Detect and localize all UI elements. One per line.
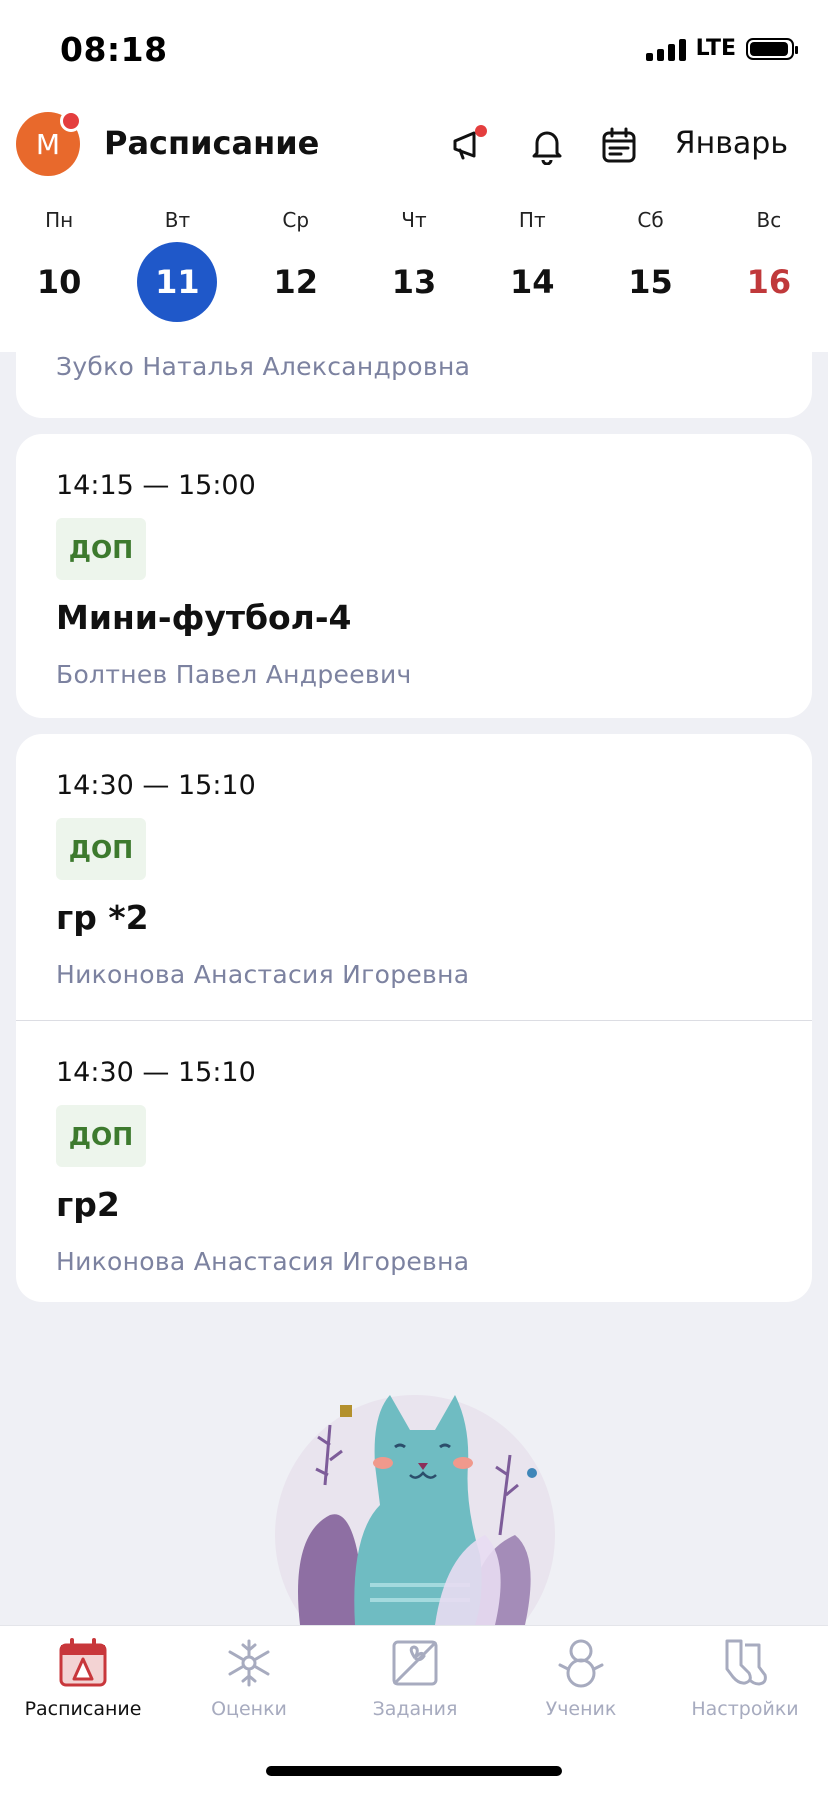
lesson-time: 14:30 — 15:10 xyxy=(56,770,256,801)
day-number: 15 xyxy=(628,263,673,301)
lesson-card-group: 14:30 — 15:10 ДОП гр *2 Никонова Анастас… xyxy=(16,734,812,1302)
teacher-name: Никонова Анастасия Игоревна xyxy=(56,1247,470,1276)
teacher-name: Зубко Наталья Александровна xyxy=(56,352,471,381)
day-number-selected: 11 xyxy=(137,242,218,322)
lesson-item[interactable]: 14:15 — 15:00 ДОП Мини-футбол-4 Болтнев … xyxy=(16,434,812,720)
tab-label: Задания xyxy=(372,1698,458,1720)
tab-settings[interactable]: Настройки xyxy=(662,1634,828,1720)
schedule-header: М Расписание Январь Пн 10 Вт 11 Ср 12 Чт… xyxy=(0,100,828,352)
teacher-name: Болтнев Павел Андреевич xyxy=(56,660,412,689)
day-name: Чт xyxy=(401,208,427,232)
lesson-time: 14:15 — 15:00 xyxy=(56,470,256,501)
day-name: Ср xyxy=(282,208,310,232)
tab-assignments[interactable]: Задания xyxy=(332,1634,498,1720)
lesson-badge: ДОП xyxy=(56,518,146,580)
day-name: Вс xyxy=(756,208,782,232)
tab-grades[interactable]: Оценки xyxy=(166,1634,332,1720)
teacher-name: Никонова Анастасия Игоревна xyxy=(56,960,470,989)
day-thu[interactable]: Чт 13 xyxy=(355,208,473,322)
lesson-item[interactable]: 14:30 — 15:10 ДОП гр2 Никонова Анастасия… xyxy=(16,1021,812,1307)
day-sun[interactable]: Вс 16 xyxy=(710,208,828,322)
lesson-card-partial[interactable]: Зубко Наталья Александровна xyxy=(16,352,812,418)
lesson-item[interactable]: 14:30 — 15:10 ДОП гр *2 Никонова Анастас… xyxy=(16,734,812,1020)
lesson-subject: гр2 xyxy=(56,1185,120,1224)
socks-icon xyxy=(716,1634,774,1692)
tab-schedule[interactable]: Расписание xyxy=(0,1634,166,1720)
day-number: 14 xyxy=(510,263,555,301)
snowflake-icon xyxy=(220,1634,278,1692)
tab-student[interactable]: Ученик xyxy=(498,1634,664,1720)
day-wed[interactable]: Ср 12 xyxy=(237,208,355,322)
signal-icon xyxy=(645,37,686,61)
lesson-card[interactable]: 14:15 — 15:00 ДОП Мини-футбол-4 Болтнев … xyxy=(16,434,812,718)
page-title: Расписание xyxy=(104,124,320,162)
tab-label: Настройки xyxy=(691,1698,799,1720)
lesson-subject: гр *2 xyxy=(56,898,149,937)
day-name: Сб xyxy=(637,208,664,232)
status-bar: 08:18 LTE xyxy=(0,0,828,100)
lesson-time: 14:30 — 15:10 xyxy=(56,1057,256,1088)
notification-dot xyxy=(60,110,82,132)
lesson-subject: Мини-футбол-4 xyxy=(56,598,352,637)
tab-label: Ученик xyxy=(545,1698,617,1720)
status-time: 08:18 xyxy=(60,30,168,69)
bell-icon[interactable] xyxy=(526,124,568,166)
calendar-tree-icon xyxy=(54,1634,112,1692)
day-name: Пт xyxy=(518,208,546,232)
lesson-badge: ДОП xyxy=(56,1105,146,1167)
gift-icon xyxy=(386,1634,444,1692)
day-number: 12 xyxy=(273,263,318,301)
avatar[interactable]: М xyxy=(16,110,82,176)
avatar-letter: М xyxy=(35,127,61,161)
day-number-weekend: 16 xyxy=(746,263,792,301)
day-mon[interactable]: Пн 10 xyxy=(0,208,118,322)
snowman-icon xyxy=(552,1634,610,1692)
day-number: 13 xyxy=(391,263,437,301)
day-tue[interactable]: Вт 11 xyxy=(118,208,236,322)
day-name: Пн xyxy=(45,208,74,232)
month-selector[interactable]: Январь xyxy=(675,126,788,161)
day-name: Вт xyxy=(164,208,191,232)
network-type: LTE xyxy=(695,36,736,61)
cat-illustration xyxy=(270,1385,560,1675)
home-indicator xyxy=(266,1766,562,1776)
tab-label: Оценки xyxy=(211,1698,287,1720)
lesson-badge: ДОП xyxy=(56,818,146,880)
battery-icon xyxy=(746,37,798,60)
status-indicators: LTE xyxy=(645,36,798,61)
tab-label: Расписание xyxy=(24,1698,142,1720)
megaphone-icon[interactable] xyxy=(448,124,490,166)
calendar-icon[interactable] xyxy=(598,124,640,166)
day-fri[interactable]: Пт 14 xyxy=(473,208,591,322)
week-strip: Пн 10 Вт 11 Ср 12 Чт 13 Пт 14 Сб 15 Вс 1… xyxy=(0,208,828,322)
day-sat[interactable]: Сб 15 xyxy=(591,208,709,322)
day-number: 10 xyxy=(36,263,82,301)
